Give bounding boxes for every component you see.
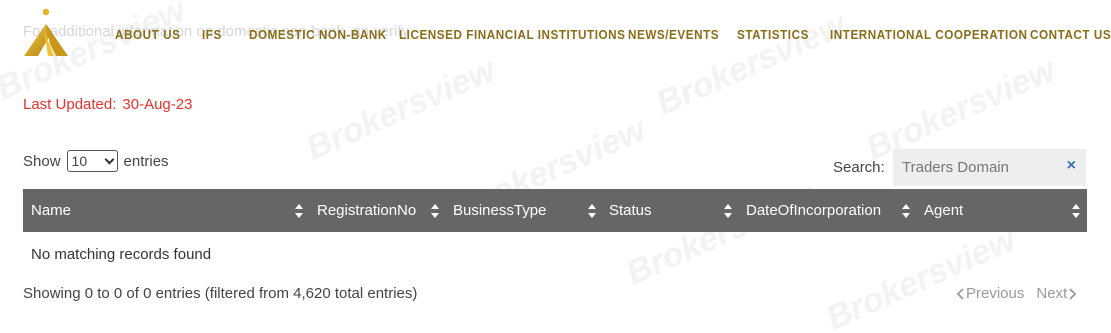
length-suffix: entries <box>123 152 169 170</box>
previous-label: Previous <box>966 285 1025 302</box>
column-header-agent[interactable]: Agent <box>924 189 1074 232</box>
next-page-button[interactable]: Next <box>1036 285 1077 302</box>
entries-per-page-select[interactable]: 10 <box>66 150 118 172</box>
column-registration-label: RegistrationNo <box>317 202 417 219</box>
next-label: Next <box>1036 285 1068 302</box>
chevron-down-icon <box>104 154 114 164</box>
chevron-right-icon <box>1069 287 1077 300</box>
chevron-left-icon <box>956 287 964 300</box>
column-agent-label: Agent <box>924 202 964 219</box>
column-date-label: DateOfIncorporation <box>746 202 882 219</box>
column-header-business-type[interactable]: BusinessType <box>453 189 593 232</box>
table-header: Name RegistrationNo BusinessType Status … <box>23 189 1087 232</box>
sort-icon[interactable] <box>588 204 596 218</box>
pagination: Previous Next <box>956 285 1077 302</box>
sort-icon[interactable] <box>902 204 910 218</box>
watermark: Brokersview <box>300 50 502 168</box>
nav-contact-us[interactable]: CONTACT US <box>1030 27 1111 42</box>
length-prefix: Show <box>23 152 61 170</box>
last-updated-value: 30-Aug-23 <box>122 96 193 113</box>
empty-table-message: No matching records found <box>31 246 212 263</box>
column-name-label: Name <box>31 202 72 219</box>
entries-length-control: Show 10 entries <box>23 150 169 172</box>
search-label: Search: <box>833 159 885 176</box>
nav-licensed-financial-institutions[interactable]: LICENSED FINANCIAL INSTITUTIONS <box>399 27 625 42</box>
watermark: Brokersview <box>650 5 852 123</box>
nav-international-cooperation[interactable]: INTERNATIONAL COOPERATION <box>830 27 1027 42</box>
search-input-value: Traders Domain <box>902 159 1009 176</box>
column-status-label: Status <box>609 202 652 219</box>
nav-about-us[interactable]: ABOUT US <box>115 27 180 42</box>
nav-domestic-non-bank[interactable]: DOMESTIC NON-BANK <box>249 27 387 42</box>
last-updated-label: Last Updated: <box>23 96 117 113</box>
column-header-name[interactable]: Name <box>31 189 311 232</box>
watermark: Brokersview <box>820 220 1022 333</box>
entries-per-page-value: 10 <box>71 153 88 169</box>
sort-icon[interactable] <box>295 204 303 218</box>
table-info: Showing 0 to 0 of 0 entries (filtered fr… <box>23 285 418 302</box>
last-updated: Last Updated: 30-Aug-23 <box>23 96 198 113</box>
main-nav: ABOUT US IFS DOMESTIC NON-BANK LICENSED … <box>0 27 1111 47</box>
column-header-date-of-incorporation[interactable]: DateOfIncorporation <box>746 189 916 232</box>
nav-ifs[interactable]: IFS <box>202 27 222 42</box>
sort-icon[interactable] <box>724 204 732 218</box>
nav-news-events[interactable]: NEWS/EVENTS <box>628 27 719 42</box>
sort-icon[interactable] <box>431 204 439 218</box>
sort-icon[interactable] <box>1072 204 1080 218</box>
previous-page-button[interactable]: Previous <box>956 285 1024 302</box>
clear-search-icon[interactable]: × <box>1067 157 1076 175</box>
column-header-registration-no[interactable]: RegistrationNo <box>317 189 447 232</box>
nav-statistics[interactable]: STATISTICS <box>737 27 809 42</box>
column-header-status[interactable]: Status <box>609 189 739 232</box>
column-business-type-label: BusinessType <box>453 202 547 219</box>
search-input[interactable]: Traders Domain × <box>893 149 1086 186</box>
